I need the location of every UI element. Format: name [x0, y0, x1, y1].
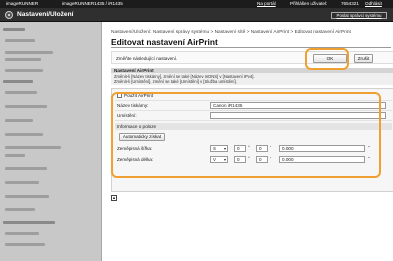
sidebar-item[interactable] — [0, 152, 101, 159]
sidebar-item[interactable] — [0, 49, 101, 56]
form-highlight — [111, 92, 381, 178]
sidebar-item[interactable] — [0, 117, 101, 124]
app-title: Nastavení/Uložení — [17, 11, 74, 18]
model-name: imageRUNNER1435 / iR1435 — [62, 1, 123, 6]
sidebar-item[interactable] — [0, 56, 101, 63]
sidebar-section[interactable] — [0, 219, 101, 226]
divider — [111, 47, 391, 48]
cancel-button[interactable]: Zrušit — [354, 54, 373, 63]
sidebar-section[interactable] — [0, 78, 101, 85]
sidebar-item[interactable] — [0, 131, 101, 138]
sidebar — [0, 22, 102, 261]
apply-label: Změňte následující nastavení. — [116, 56, 178, 61]
user-label: Přihlášen uživatel: — [290, 1, 328, 6]
sidebar-item[interactable] — [0, 103, 101, 110]
sidebar-item[interactable] — [0, 179, 101, 186]
sidebar-item[interactable] — [0, 230, 101, 237]
product-name: imageRUNNER — [6, 1, 39, 6]
note-line: Změnit-li [Umístění], změní se také [Umí… — [114, 79, 237, 84]
logout-link[interactable]: Odhlásit — [365, 1, 382, 7]
page-title: Editovat nastavení AirPrint — [111, 37, 218, 47]
sidebar-item[interactable] — [0, 144, 101, 151]
scroll-top-icon[interactable]: ▲ — [111, 195, 117, 201]
breadcrumb: Nastavení/Uložení: Nastavení správy syst… — [111, 30, 351, 35]
sidebar-item[interactable] — [0, 206, 101, 213]
portal-link[interactable]: Na portál — [257, 1, 276, 7]
app-header: Nastavení/Uložení Poslat správci systému — [0, 8, 393, 22]
mail-admin-button[interactable]: Poslat správci systému — [331, 12, 387, 19]
sidebar-item[interactable] — [0, 37, 101, 44]
settings-logo-icon — [5, 11, 13, 19]
sidebar-item[interactable] — [0, 193, 101, 200]
user-id: 7654321 — [341, 1, 359, 6]
sidebar-item[interactable] — [0, 165, 101, 172]
sidebar-item[interactable] — [0, 67, 101, 74]
sidebar-item[interactable] — [0, 241, 101, 248]
sidebar-section[interactable] — [0, 26, 101, 33]
info-note: Změnit-li [Název tiskárny], změní se tak… — [111, 73, 393, 85]
top-bar: imageRUNNER imageRUNNER1435 / iR1435 Na … — [0, 0, 393, 8]
apply-row: Změňte následující nastavení. OK Zrušit — [111, 51, 393, 64]
sidebar-item[interactable] — [0, 89, 101, 96]
ok-highlight — [305, 48, 349, 70]
